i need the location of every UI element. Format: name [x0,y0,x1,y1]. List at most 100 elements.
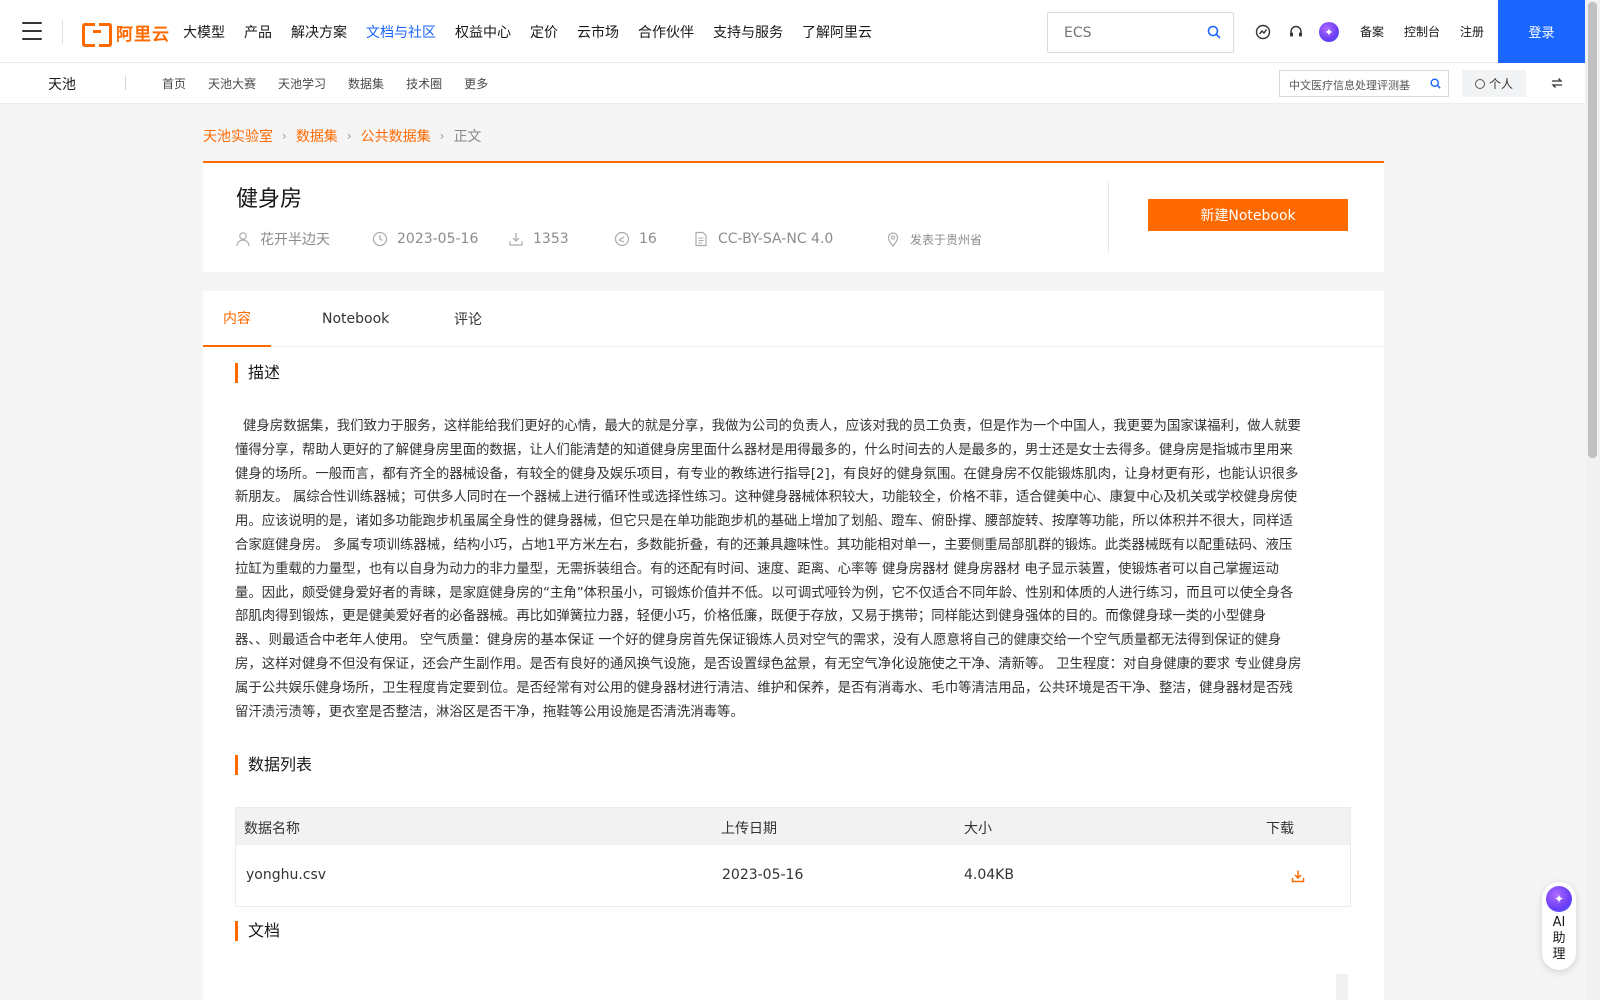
document-scrollbar[interactable] [1336,974,1348,1000]
nav-item-solutions[interactable]: 解决方案 [291,22,347,42]
headset-icon[interactable] [1285,21,1307,43]
downloads-meta: 1353 [508,231,614,247]
date-meta: 2023-05-16 [372,231,508,247]
column-header-size: 大小 [964,821,992,837]
top-search-input[interactable] [1048,13,1198,52]
top-search-box [1047,12,1234,53]
divider [125,76,126,90]
author-meta: 花开半边天 [235,229,372,249]
document-section-title: 文档 [235,921,280,941]
user-icon [1474,78,1485,89]
switch-icon[interactable] [1550,76,1564,90]
table-row: yonghu.csv 2023-05-16 4.04KB [236,845,1350,906]
nav-item-products[interactable]: 产品 [244,22,272,42]
shares-meta: 16 [614,231,693,247]
console-link[interactable]: 控制台 [1404,23,1440,40]
dataset-meta: 花开半边天 2023-05-16 1353 16 CC-BY-SA-NC 4.0… [235,229,982,249]
subnav-item-tech-circle[interactable]: 技术圈 [406,75,442,92]
divider [62,20,63,44]
search-icon[interactable] [1430,78,1441,89]
content-tabs: 内容 Notebook 评论 [203,291,1384,347]
location-text: 发表于贵州省 [910,232,983,247]
breadcrumb-current: 正文 [453,129,482,145]
breadcrumb-datasets[interactable]: 数据集 [296,126,338,146]
description-line: 部肌肉得到锻炼，更是健美爱好者的必备器械。再比如弹簧拉力器，轻便小巧，价格低廉，… [235,609,1267,625]
subnav-item-datasets[interactable]: 数据集 [348,75,384,92]
subnav-item-learning[interactable]: 天池学习 [278,75,326,92]
breadcrumb-public-datasets[interactable]: 公共数据集 [361,126,431,146]
dataset-header: 健身房 花开半边天 2023-05-16 1353 16 CC-BY-SA-NC… [203,161,1384,272]
download-icon[interactable] [1291,869,1305,883]
subnav-items: 首页 天池大赛 天池学习 数据集 技术圈 更多 [162,63,510,104]
login-button[interactable]: 登录 [1498,0,1585,63]
subnav-item-more[interactable]: 更多 [464,75,488,92]
tianchi-subnav: 天池 首页 天池大赛 天池学习 数据集 技术圈 更多 中文医疗信息处理评测基 个… [0,63,1585,104]
description-line: 器、、则最适合中老年人使用。 空气质量：健身房的基本保证 一个好的健身房首先保证… [235,633,1282,649]
file-name[interactable]: yonghu.csv [246,867,326,883]
aliyun-logo-mark [82,23,112,47]
register-link[interactable]: 注册 [1460,23,1484,40]
chevron-right-icon: › [439,129,445,143]
dashboard-icon[interactable] [1252,21,1274,43]
new-notebook-button[interactable]: 新建Notebook [1148,199,1348,231]
search-icon[interactable] [1207,25,1221,39]
author-name[interactable]: 花开半边天 [260,229,330,249]
nav-item-support[interactable]: 支持与服务 [713,22,783,42]
table-header: 数据名称 上传日期 大小 下载 [236,808,1350,845]
subnav-search-text: 中文医疗信息处理评测基 [1289,79,1410,92]
top-navbar: 阿里云 大模型 产品 解决方案 文档与社区 权益中心 定价 云市场 合作伙伴 支… [0,0,1585,63]
description-line: 用。应该说明的是，诸如多功能跑步机虽属全身性的健身器械，但它只是在单功能跑步机的… [235,514,1293,530]
tab-comments[interactable]: 评论 [454,291,482,347]
description-line: 懂得分享，帮助人更好的了解健身房里面的数据，让人们能清楚的知道健身房里面什么器材… [235,442,1293,458]
menu-icon[interactable] [22,22,42,40]
subnav-item-home[interactable]: 首页 [162,75,186,92]
share-icon [614,231,630,247]
subnav-item-competition[interactable]: 天池大赛 [208,75,256,92]
location-pin-icon [887,232,899,247]
description-line: 房，这样对健身不但没有保证，还会产生副作用。是否有良好的通风换气设施，是否设置绿… [235,656,1302,672]
ai-assistant-icon[interactable]: ✦ [1318,21,1340,43]
nav-item-docs-community[interactable]: 文档与社区 [366,22,436,42]
upload-date: 2023-05-16 [722,867,804,883]
top-icon-group: ✦ [1252,20,1351,44]
user-icon [236,232,250,247]
scrollbar-thumb[interactable] [1588,2,1597,458]
breadcrumb-lab[interactable]: 天池实验室 [203,126,273,146]
personal-button[interactable]: 个人 [1462,70,1526,97]
subnav-search-input[interactable]: 中文医疗信息处理评测基 [1279,70,1449,97]
filing-link[interactable]: 备案 [1360,23,1384,40]
chevron-right-icon: › [282,129,287,143]
license-text[interactable]: CC-BY-SA-NC 4.0 [718,231,833,247]
nav-item-large-model[interactable]: 大模型 [183,22,225,42]
content-panel: 描述 健身房数据集，我们致力于服务，这样能给我们更好的心情，最大的就是分享，我做… [203,347,1384,1000]
page-scrollbar[interactable] [1585,0,1600,1000]
nav-item-marketplace[interactable]: 云市场 [577,22,619,42]
ai-helper-button[interactable]: ✦ AI助理 [1542,882,1576,970]
description-line: 量。因此，颇受健身爱好者的青睐，是家庭健身房的“主角”体积虽小，可锻炼价值并不低… [235,585,1294,601]
data-list-section-title: 数据列表 [235,755,312,775]
top-links: 备案 控制台 注册 [1360,0,1504,63]
divider [1108,181,1109,253]
logo-text: 阿里云 [116,24,170,45]
share-count: 16 [639,231,657,247]
column-header-date: 上传日期 [721,821,777,837]
nav-item-about[interactable]: 了解阿里云 [802,22,872,42]
ai-helper-label: AI助理 [1552,915,1566,962]
location-meta: 发表于贵州省 [885,231,982,248]
description-line: 属于公共娱乐健身场所，卫生程度肯定要到位。是否经常有对公用的健身器材进行清洁、维… [235,680,1293,696]
license-meta: CC-BY-SA-NC 4.0 [693,231,885,247]
nav-item-benefits[interactable]: 权益中心 [455,22,511,42]
download-count: 1353 [533,231,569,247]
file-size: 4.04KB [964,867,1014,883]
data-list-table: 数据名称 上传日期 大小 下载 yonghu.csv 2023-05-16 4.… [235,807,1351,907]
ai-orb-icon: ✦ [1546,886,1572,912]
tianchi-brand[interactable]: 天池 [48,74,76,94]
personal-label: 个人 [1488,77,1513,91]
nav-item-pricing[interactable]: 定价 [530,22,558,42]
aliyun-logo[interactable]: 阿里云 [82,20,170,47]
nav-item-partners[interactable]: 合作伙伴 [638,22,694,42]
license-icon [695,231,707,247]
column-header-download: 下载 [1266,821,1294,837]
tab-notebook[interactable]: Notebook [322,291,389,347]
tab-content[interactable]: 内容 [203,291,271,347]
